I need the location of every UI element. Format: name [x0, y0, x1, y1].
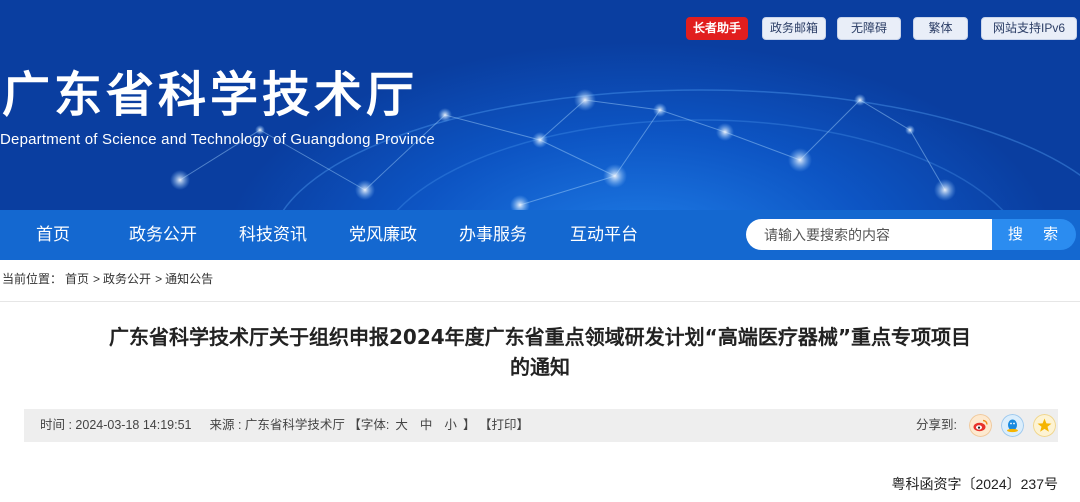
accessibility-button[interactable]: 无障碍: [837, 17, 901, 40]
qzone-icon[interactable]: [1033, 414, 1056, 437]
print-button[interactable]: 【打印】: [479, 418, 529, 432]
font-size-label-close: 】: [462, 418, 476, 432]
elder-helper-button[interactable]: 长者助手: [686, 17, 748, 40]
publish-time: 时间 : 2024-03-18 14:19:51: [40, 418, 192, 432]
breadcrumb-separator: >: [93, 272, 101, 286]
weibo-icon[interactable]: [969, 414, 992, 437]
article-meta-bar: 时间 : 2024-03-18 14:19:51 来源 : 广东省科学技术厅 【字…: [24, 409, 1058, 442]
breadcrumb-label: 当前位置：: [2, 272, 63, 286]
nav-item-services[interactable]: 办事服务: [459, 210, 527, 260]
article-source: 来源 : 广东省科学技术厅: [209, 418, 345, 432]
article-title-line2: 的通知: [510, 355, 570, 379]
nav-item-interaction[interactable]: 互动平台: [570, 210, 638, 260]
site-subtitle: Department of Science and Technology of …: [0, 131, 435, 148]
breadcrumb-home-link[interactable]: 首页: [65, 272, 89, 286]
header-banner: 广东省科学技术厅 Department of Science and Techn…: [0, 0, 1080, 210]
article-title-line1: 广东省科学技术厅关于组织申报2024年度广东省重点领域研发计划“高端医疗器械”重…: [109, 325, 971, 349]
nav-item-tech-news[interactable]: 科技资讯: [239, 210, 307, 260]
breadcrumb: 当前位置： 首页 > 政务公开 > 通知公告: [2, 270, 213, 287]
nav-item-home[interactable]: 首页: [36, 210, 70, 260]
font-size-medium-button[interactable]: 中: [420, 418, 433, 432]
gov-mailbox-button[interactable]: 政务邮箱: [762, 17, 826, 40]
breadcrumb-gov-affairs-link[interactable]: 政务公开: [103, 272, 151, 286]
site-title: 广东省科学技术厅: [2, 67, 419, 123]
document-number: 粤科函资字〔2024〕237号: [891, 476, 1058, 492]
ipv6-support-button[interactable]: 网站支持IPv6: [981, 17, 1077, 40]
article-meta-text: 时间 : 2024-03-18 14:19:51 来源 : 广东省科学技术厅 【字…: [40, 409, 529, 442]
nav-item-gov-affairs[interactable]: 政务公开: [129, 210, 197, 260]
nav-item-party-integrity[interactable]: 党风廉政: [349, 210, 417, 260]
font-size-large-button[interactable]: 大: [395, 418, 408, 432]
search-input[interactable]: [746, 219, 992, 250]
share-label: 分享到:: [916, 418, 957, 432]
article-title: 广东省科学技术厅关于组织申报2024年度广东省重点领域研发计划“高端医疗器械”重…: [0, 322, 1080, 382]
breadcrumb-separator: >: [155, 272, 163, 286]
font-size-label-open: 【字体:: [348, 418, 390, 432]
font-size-small-button[interactable]: 小: [444, 418, 457, 432]
traditional-chinese-button[interactable]: 繁体: [913, 17, 968, 40]
breadcrumb-notices-link[interactable]: 通知公告: [165, 272, 213, 286]
qq-icon[interactable]: [1001, 414, 1024, 437]
search-button[interactable]: 搜 索: [992, 219, 1076, 250]
